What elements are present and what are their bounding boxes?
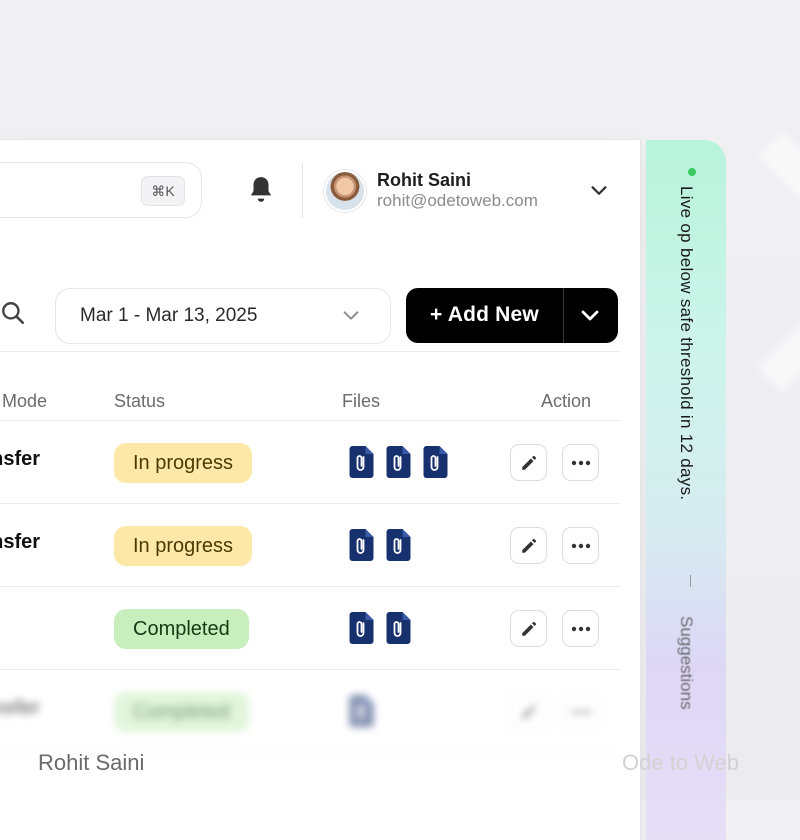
pencil-icon bbox=[521, 621, 536, 636]
files-cell bbox=[347, 528, 413, 562]
search-icon[interactable] bbox=[0, 300, 26, 326]
avatar[interactable] bbox=[324, 170, 366, 212]
files-cell bbox=[347, 611, 413, 645]
table-row[interactable]: ansfer In progress bbox=[0, 504, 620, 587]
chevron-down-icon[interactable] bbox=[578, 304, 602, 328]
status-badge: In progress bbox=[114, 526, 253, 566]
ellipsis-icon bbox=[571, 626, 590, 631]
more-options-button[interactable] bbox=[562, 444, 599, 481]
files-cell bbox=[347, 445, 450, 479]
toolbar-divider bbox=[0, 351, 620, 352]
footer-brand: Ode to Web bbox=[622, 750, 739, 775]
date-range-label: Mar 1 - Mar 13, 2025 bbox=[80, 305, 258, 326]
attachment-file-icon[interactable] bbox=[347, 445, 376, 479]
edit-button[interactable] bbox=[510, 527, 547, 564]
button-divider bbox=[563, 288, 564, 343]
attachment-file-icon[interactable] bbox=[421, 445, 450, 479]
ellipsis-icon bbox=[571, 709, 590, 714]
header-divider bbox=[302, 164, 303, 218]
more-options-button[interactable] bbox=[562, 610, 599, 647]
table-row[interactable]: ansfer In progress bbox=[0, 421, 620, 504]
global-search-input[interactable]: ⌘K bbox=[0, 162, 202, 218]
ellipsis-icon bbox=[571, 460, 590, 465]
edit-button[interactable] bbox=[510, 444, 547, 481]
user-name: Rohit Saini bbox=[377, 170, 471, 190]
attachment-file-icon[interactable] bbox=[384, 445, 413, 479]
status-badge: In progress bbox=[114, 443, 253, 483]
more-options-button[interactable] bbox=[562, 527, 599, 564]
table-row[interactable]: ansfer Completed bbox=[0, 670, 620, 753]
table-row[interactable]: Completed bbox=[0, 587, 620, 670]
more-options-button[interactable] bbox=[562, 693, 599, 730]
main-card: ⌘K Rohit Saini rohit@odetoweb.com Mar 1 … bbox=[0, 140, 640, 840]
pencil-icon bbox=[521, 538, 536, 553]
bell-icon[interactable] bbox=[248, 175, 274, 205]
ellipsis-icon bbox=[571, 543, 590, 548]
attachment-file-icon[interactable] bbox=[347, 694, 376, 728]
mode-cell: ansfer bbox=[0, 531, 41, 553]
attachment-file-icon[interactable] bbox=[347, 611, 376, 645]
footer-author: Rohit Saini bbox=[38, 750, 145, 775]
column-header-files[interactable]: Files bbox=[342, 391, 380, 412]
edit-button[interactable] bbox=[510, 693, 547, 730]
chevron-down-icon bbox=[343, 311, 359, 320]
attachment-file-icon[interactable] bbox=[347, 528, 376, 562]
pencil-icon bbox=[521, 455, 536, 470]
suggestions-label[interactable]: Suggestions bbox=[676, 616, 696, 710]
status-badge: Completed bbox=[114, 692, 249, 732]
mode-cell: ansfer bbox=[0, 697, 41, 719]
add-new-button[interactable]: + Add New bbox=[406, 288, 618, 343]
column-header-status[interactable]: Status bbox=[114, 391, 165, 412]
chevron-down-icon[interactable] bbox=[588, 180, 610, 202]
files-cell bbox=[347, 694, 376, 728]
status-badge: Completed bbox=[114, 609, 249, 649]
edit-button[interactable] bbox=[510, 610, 547, 647]
column-header-mode[interactable]: Mode bbox=[2, 391, 47, 412]
attachment-file-icon[interactable] bbox=[384, 611, 413, 645]
user-email: rohit@odetoweb.com bbox=[377, 191, 538, 210]
alert-text: Live op below safe threshold in 12 days. bbox=[677, 186, 696, 501]
attachment-file-icon[interactable] bbox=[384, 528, 413, 562]
mode-cell: ansfer bbox=[0, 448, 41, 470]
column-header-action[interactable]: Action bbox=[541, 391, 591, 412]
date-range-picker[interactable]: Mar 1 - Mar 13, 2025 bbox=[55, 288, 391, 344]
live-status-dot bbox=[688, 168, 696, 176]
search-shortcut-hint: ⌘K bbox=[141, 176, 185, 206]
add-new-label: + Add New bbox=[430, 303, 539, 326]
pencil-icon bbox=[521, 704, 536, 719]
side-panel-separator bbox=[690, 575, 691, 587]
